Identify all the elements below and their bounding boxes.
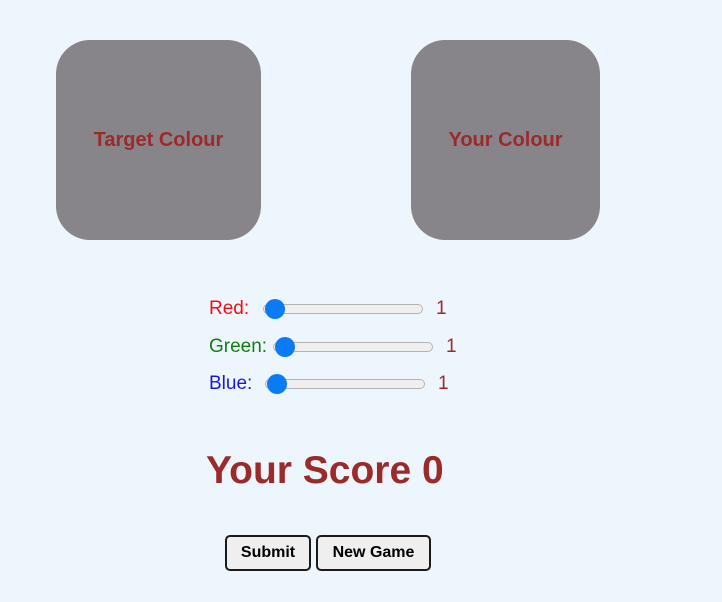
red-slider-thumb[interactable] — [264, 299, 285, 319]
submit-button[interactable]: Submit — [225, 535, 311, 571]
red-slider-value: 1 — [436, 298, 447, 319]
target-colour-label: Target Colour — [93, 128, 224, 151]
your-colour-label: Your Colour — [448, 128, 563, 151]
green-slider-label: Green: — [209, 336, 268, 357]
your-colour-swatch: Your Colour — [411, 40, 600, 240]
blue-slider[interactable] — [265, 374, 425, 394]
blue-slider-label: Blue: — [209, 373, 253, 394]
red-slider[interactable] — [263, 299, 423, 319]
target-colour-swatch: Target Colour — [56, 40, 261, 240]
green-slider[interactable] — [273, 337, 433, 357]
blue-slider-row: Blue: 1 — [209, 372, 449, 396]
score-display: Your Score 0 — [206, 449, 444, 492]
new-game-button[interactable]: New Game — [316, 535, 431, 571]
blue-slider-value: 1 — [438, 373, 449, 394]
green-slider-value: 1 — [446, 336, 457, 357]
green-slider-thumb[interactable] — [274, 337, 295, 357]
blue-slider-thumb[interactable] — [266, 374, 287, 394]
red-slider-label: Red: — [209, 298, 250, 319]
red-slider-row: Red: 1 — [209, 297, 447, 321]
green-slider-row: Green: 1 — [209, 335, 457, 359]
